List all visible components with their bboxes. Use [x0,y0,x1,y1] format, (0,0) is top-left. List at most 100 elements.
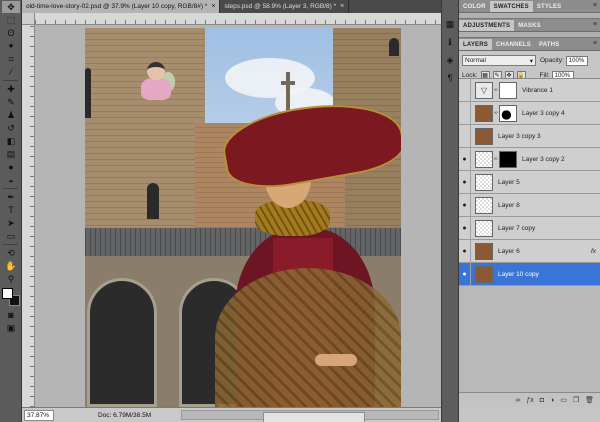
3d-rotate-tool-icon[interactable]: ⟲ [2,247,20,259]
layer-name: Layer 10 copy [498,270,539,278]
blur-tool-icon[interactable]: ● [2,161,20,173]
visibility-eye-icon[interactable]: ● [459,78,471,102]
type-tool-icon[interactable]: T [2,204,20,216]
adjustment-thumbnail: ▽ [475,81,493,99]
pasteboard[interactable] [35,25,441,407]
hand-tool-icon[interactable]: ✋ [2,260,20,272]
foreground-color-swatch[interactable] [2,288,13,299]
tab-layers[interactable]: LAYERS [459,39,492,50]
tool-divider [3,244,18,245]
layer-row[interactable]: ● ∞ Layer 3 copy 4 [459,101,600,125]
quick-mask-icon[interactable]: ◙ [2,309,20,321]
move-tool-icon[interactable]: ✥ [2,1,20,13]
layer-effects-icon[interactable]: fx [591,248,596,255]
path-selection-tool-icon[interactable]: ➤ [2,217,20,229]
tab-paths[interactable]: PATHS [535,39,563,50]
layer-row-selected[interactable]: ● Layer 10 copy [459,262,600,286]
dodge-tool-icon[interactable]: ◒ [2,174,20,186]
visibility-eye-icon[interactable]: ● [459,193,471,217]
zoom-level-field[interactable]: 37.87% [24,409,54,421]
visibility-eye-icon[interactable]: ● [459,262,471,286]
blend-mode-select[interactable]: Normal ▾ [462,55,536,66]
visibility-eye-icon[interactable]: ● [459,239,471,263]
layer-mask-thumbnail[interactable] [499,81,517,99]
link-icon: ∞ [494,87,498,93]
visibility-eye-icon[interactable]: ● [459,124,471,148]
document-tab-label: old-time-love-story-02.psd @ 37.9% (Laye… [26,3,208,10]
status-bar: 37.87% Doc: 6.79M/38.5M [22,407,441,422]
tools-panel: ✥ ⬚ ʘ ✦ ⌗ ∕ ✚ ✎ ♟ ↺ ◧ ▤ ● ◒ ✒ T ➤ ▭ ⟲ ✋ … [0,0,22,422]
scrollbar-thumb[interactable] [262,412,366,422]
ruler-origin[interactable] [22,13,35,25]
new-group-icon[interactable]: ▭ [560,396,567,404]
delete-layer-icon[interactable]: 🗑 [585,396,594,404]
navigator-panel-icon[interactable]: ◈ [444,54,456,66]
layer-row[interactable]: ● Layer 6 fx [459,239,600,263]
add-mask-icon[interactable]: ◘ [540,397,544,404]
new-layer-icon[interactable]: ❐ [573,396,579,404]
layer-thumbnail [475,219,493,237]
layer-mask-thumbnail[interactable] [499,150,517,168]
layer-row[interactable]: ● ▽ ∞ Vibrance 1 [459,78,600,102]
fairy-figure [137,62,175,108]
document-tab-label: steps.psd @ 58.9% (Layer 3, RGB/8) * [224,3,337,10]
healing-brush-tool-icon[interactable]: ✚ [2,83,20,95]
paragraph-panel-icon[interactable]: ¶ [444,72,456,84]
tab-adjustments[interactable]: ADJUSTMENTS [459,20,515,31]
history-brush-tool-icon[interactable]: ↺ [2,122,20,134]
shape-tool-icon[interactable]: ▭ [2,230,20,242]
document-tab-bar: old-time-love-story-02.psd @ 37.9% (Laye… [22,0,441,13]
opacity-field[interactable]: 100% [565,55,588,66]
panel-menu-icon[interactable]: ≡ [593,21,597,28]
crop-tool-icon[interactable]: ⌗ [2,53,20,65]
tab-swatches[interactable]: SWATCHES [489,1,533,12]
visibility-eye-icon[interactable]: ● [459,101,471,125]
tab-styles[interactable]: STYLES [533,1,566,12]
pen-tool-icon[interactable]: ✒ [2,191,20,203]
eyedropper-tool-icon[interactable]: ∕ [2,66,20,78]
tab-masks[interactable]: MASKS [514,20,545,31]
tab-color[interactable]: COLOR [459,1,490,12]
clone-stamp-tool-icon[interactable]: ♟ [2,109,20,121]
horizontal-scrollbar[interactable] [181,410,439,422]
layer-row[interactable]: ● Layer 8 [459,193,600,217]
document-tab[interactable]: steps.psd @ 58.9% (Layer 3, RGB/8) * × [220,0,350,13]
layer-row[interactable]: ● Layer 5 [459,170,600,194]
layer-name: Layer 3 copy 3 [498,132,541,140]
eraser-tool-icon[interactable]: ◧ [2,135,20,147]
visibility-eye-icon[interactable]: ● [459,216,471,240]
layer-row[interactable]: ● Layer 7 copy [459,216,600,240]
screen-mode-icon[interactable]: ▣ [2,322,20,334]
marquee-tool-icon[interactable]: ⬚ [2,14,20,26]
close-tab-icon[interactable]: × [340,3,344,10]
info-panel-icon[interactable]: ℹ [444,36,456,48]
new-adjustment-layer-icon[interactable]: ◑ [550,397,554,404]
color-swatches[interactable] [2,288,20,306]
vertical-ruler[interactable] [22,25,35,407]
brush-tool-icon[interactable]: ✎ [2,96,20,108]
visibility-eye-icon[interactable]: ● [459,170,471,194]
add-layer-style-icon[interactable]: ƒx [526,397,533,404]
link-icon: ∞ [494,110,498,116]
tab-channels[interactable]: CHANNELS [492,39,535,50]
zoom-tool-icon[interactable]: ⚲ [2,273,20,285]
document-tab-active[interactable]: old-time-love-story-02.psd @ 37.9% (Laye… [22,0,221,13]
history-panel-icon[interactable]: ▦ [444,18,456,30]
layer-mask-thumbnail[interactable] [499,104,517,122]
layer-row[interactable]: ● Layer 3 copy 3 [459,124,600,148]
horizontal-ruler[interactable] [35,13,441,25]
magic-wand-tool-icon[interactable]: ✦ [2,40,20,52]
layer-name: Layer 5 [498,178,520,186]
gradient-tool-icon[interactable]: ▤ [2,148,20,160]
document-size-info[interactable]: Doc: 6.79M/38.5M [98,412,151,419]
lasso-tool-icon[interactable]: ʘ [2,27,20,39]
close-tab-icon[interactable]: × [211,3,215,10]
adjustments-panel-tabs: ADJUSTMENTS MASKS ≡ [459,19,600,32]
panel-menu-icon[interactable]: ≡ [593,40,597,47]
link-layers-icon[interactable]: ∞ [515,397,520,404]
image-canvas[interactable] [85,28,401,407]
layer-row[interactable]: ● ∞ Layer 3 copy 2 [459,147,600,171]
tower-window [85,68,91,118]
visibility-eye-icon[interactable]: ● [459,147,471,171]
panel-menu-icon[interactable]: ≡ [593,2,597,9]
